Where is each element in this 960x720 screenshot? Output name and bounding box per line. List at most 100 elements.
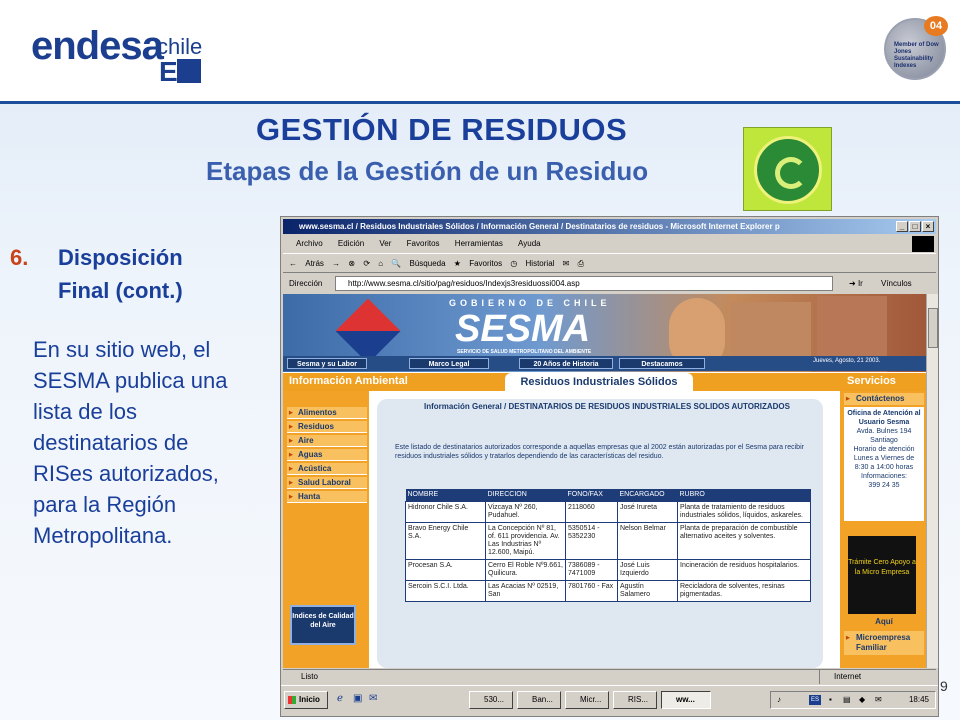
table-row: Sercoin S.C.I. Ltda. Las Acacias Nº 0251… <box>405 579 811 602</box>
mail-button[interactable]: ✉ <box>563 259 570 268</box>
office-line: Horario de atención <box>853 446 915 453</box>
menu-aguas[interactable]: Aguas <box>287 449 367 461</box>
back-button[interactable]: ← Atrás <box>289 259 324 268</box>
destinatarios-table: NOMBRE DIRECCION FONO/FAX ENCARGADO RUBR… <box>405 489 811 602</box>
taskbar-task[interactable]: RIS... <box>613 691 657 709</box>
favorites-label: Favoritos <box>469 259 503 268</box>
office-line: 8:30 a 14:00 horas <box>854 464 914 471</box>
ribbon-servicios[interactable]: Servicios <box>847 375 896 387</box>
menu-favoritos[interactable]: Favoritos <box>407 239 440 248</box>
table-row: Hidronor Chile S.A. Vizcaya Nº 260, Puda… <box>405 500 811 523</box>
start-button[interactable]: Inicio <box>284 691 328 709</box>
menu-aire[interactable]: Aire <box>287 435 367 447</box>
ribbon-info-ambiental[interactable]: Información Ambiental <box>289 375 408 387</box>
menu-edicion[interactable]: Edición <box>338 239 364 248</box>
body-line: destinatarios de <box>33 430 189 455</box>
tramite-cero-banner[interactable]: Trámite Cero Apoyo a la Micro Empresa <box>848 536 916 614</box>
gobierno-label: GOBIERNO DE CHILE <box>449 298 611 308</box>
speaker-icon[interactable]: ♪ <box>777 692 781 708</box>
col-fono: FONO/FAX <box>565 489 618 501</box>
calidad-aire-button[interactable]: Indices de Calidad del Aire <box>290 605 356 645</box>
tray-icon[interactable]: ▪ <box>829 692 832 708</box>
menu-acustica[interactable]: Acústica <box>287 463 367 475</box>
badge-year: 04 <box>924 16 948 36</box>
nav-historia[interactable]: 20 Años de Historia <box>519 358 613 369</box>
nav-destacamos[interactable]: Destacamos <box>619 358 705 369</box>
ie-quicklaunch-icon[interactable]: ℯ <box>337 693 343 704</box>
office-info: Oficina de Atención al Usuario Sesma Avd… <box>844 407 924 521</box>
menu-ver[interactable]: Ver <box>379 239 391 248</box>
menu-ayuda[interactable]: Ayuda <box>518 239 541 248</box>
logo-mark: E <box>159 56 178 87</box>
antivirus-icon[interactable]: ◆ <box>859 692 865 708</box>
home-button[interactable]: ⌂ <box>378 259 383 268</box>
body-text: En su sitio web, el SESMA publica una li… <box>33 334 273 551</box>
contactenos-link[interactable]: Contáctenos <box>844 393 924 405</box>
taskbar-task-active[interactable]: ww... <box>661 691 711 709</box>
logo-brand: endesa <box>31 24 164 68</box>
mail-tray-icon[interactable]: ✉ <box>875 692 882 708</box>
stop-button[interactable]: ⊗ <box>348 259 355 268</box>
cell: Vizcaya Nº 260, Pudahuel. <box>485 500 566 523</box>
favorites-button[interactable]: ★ Favoritos <box>454 259 502 268</box>
print-button[interactable]: ⎙ <box>578 259 584 268</box>
browser-title: www.sesma.cl / Residuos Industriales Sól… <box>299 222 780 231</box>
office-title: Oficina de Atención al Usuario Sesma <box>847 410 921 426</box>
office-line: Santiago <box>870 437 898 444</box>
menu-archivo[interactable]: Archivo <box>296 239 323 248</box>
aqui-link[interactable]: Aquí <box>844 617 924 626</box>
close-button[interactable]: × <box>922 221 934 232</box>
microempresa-link[interactable]: Microempresa Familiar <box>844 631 924 655</box>
cell: Nelson Belmar <box>617 521 678 560</box>
col-encargado: ENCARGADO <box>617 489 678 501</box>
minimize-button[interactable]: _ <box>896 221 908 232</box>
menu-alimentos[interactable]: Alimentos <box>287 407 367 419</box>
scrollbar-thumb[interactable] <box>928 308 938 348</box>
history-button[interactable]: ◷ Historial <box>510 259 554 268</box>
address-input[interactable]: http://www.sesma.cl/sitio/pag/residuos/I… <box>335 276 833 291</box>
clock: 18:45 <box>908 695 929 704</box>
right-menu: Contáctenos Oficina de Atención al Usuar… <box>840 391 926 668</box>
ribbon-residuos[interactable]: Residuos Industriales Sólidos <box>505 373 693 391</box>
maximize-button[interactable]: □ <box>909 221 921 232</box>
site-tagline: SERVICIO DE SALUD METROPOLITANO DEL AMBI… <box>457 349 592 355</box>
desktop-quicklaunch-icon[interactable]: ▣ <box>353 693 362 704</box>
body-line: lista de los <box>33 399 137 424</box>
col-rubro: RUBRO <box>677 489 811 501</box>
taskbar-task[interactable]: Ban... <box>517 691 561 709</box>
col-direccion: DIRECCION <box>485 489 566 501</box>
network-icon[interactable]: ▤ <box>843 692 851 708</box>
header-bar: endesa chile E 04 Member of Dow Jones Su… <box>0 0 960 104</box>
cell: Agustín Salamero <box>617 579 678 602</box>
links-button[interactable]: Vínculos <box>881 274 912 293</box>
cell: José Luis Izquierdo <box>617 558 678 581</box>
vertical-scrollbar[interactable] <box>926 294 938 668</box>
menu-residuos[interactable]: Residuos <box>287 421 367 433</box>
windows-logo-icon <box>912 236 934 252</box>
cell: José Irureta <box>617 500 678 523</box>
nav-sesma[interactable]: Sesma y su Labor <box>287 358 367 369</box>
refresh-button[interactable]: ⟳ <box>363 259 370 268</box>
office-line: Avda. Bulnes 194 <box>856 428 912 435</box>
page-number: 9 <box>940 678 948 694</box>
search-button[interactable]: 🔍 Búsqueda <box>391 259 445 268</box>
menu-hanta[interactable]: Hanta <box>287 491 367 503</box>
cell: Incineración de residuos hospitalarios. <box>677 558 811 581</box>
taskbar-task[interactable]: Micr... <box>565 691 609 709</box>
address-label: Dirección <box>289 279 323 288</box>
taskbar-task[interactable]: 530... <box>469 691 513 709</box>
menu-herramientas[interactable]: Herramientas <box>455 239 503 248</box>
left-menu: Alimentos Residuos Aire Aguas Acústica S… <box>283 391 369 668</box>
sustainability-badge-icon: 04 Member of Dow Jones Sustainability In… <box>884 16 948 80</box>
history-label: Historial <box>525 259 555 268</box>
language-indicator[interactable]: ES <box>809 695 821 705</box>
menu-salud-laboral[interactable]: Salud Laboral <box>287 477 367 489</box>
go-label: Ir <box>857 279 863 288</box>
go-button[interactable]: ➜ Ir <box>849 274 863 293</box>
status-zone: Internet <box>819 670 934 684</box>
cell: Sercoin S.C.I. Ltda. <box>405 579 486 602</box>
outlook-quicklaunch-icon[interactable]: ✉ <box>369 693 377 704</box>
content-heading: Información General / DESTINATARIOS DE R… <box>424 402 790 411</box>
nav-marco-legal[interactable]: Marco Legal <box>409 358 489 369</box>
forward-button[interactable]: → <box>332 259 340 268</box>
